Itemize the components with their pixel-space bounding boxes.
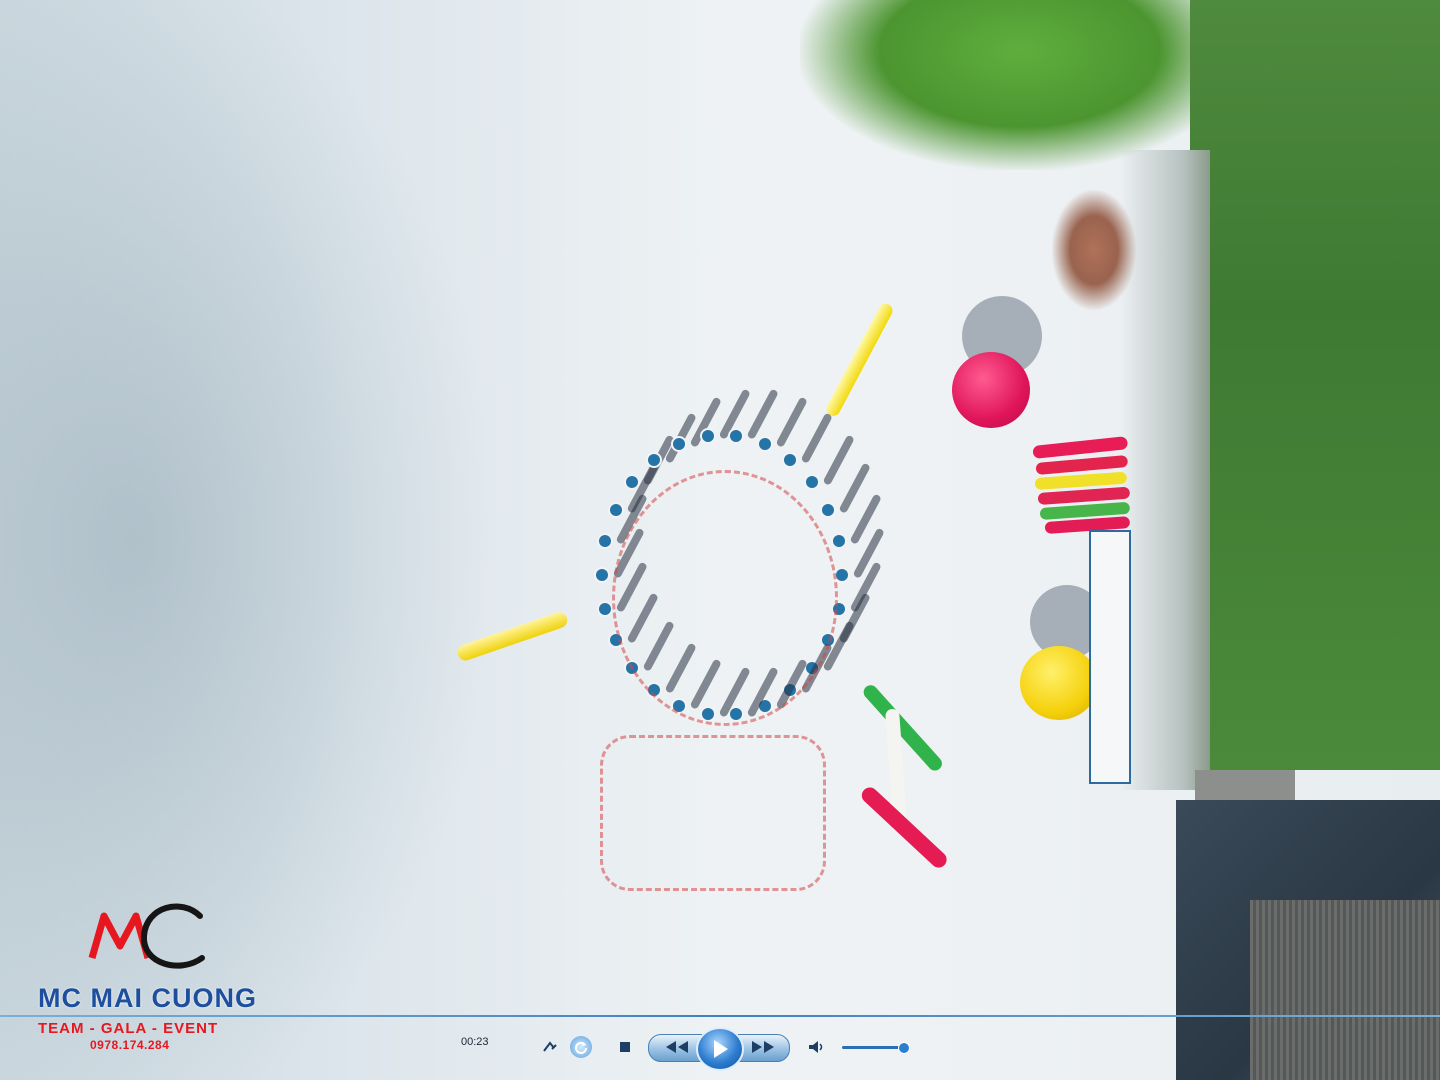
person	[784, 453, 797, 466]
person-shadow	[746, 388, 780, 440]
green-tube	[860, 682, 945, 774]
next-icon[interactable]	[746, 1038, 780, 1056]
previous-icon[interactable]	[660, 1038, 694, 1056]
person	[626, 476, 639, 489]
repeat-icon[interactable]	[570, 1036, 592, 1058]
flag-rope-circle	[612, 470, 838, 726]
grass-field	[1190, 0, 1440, 770]
person	[758, 438, 771, 451]
person-shadow	[800, 412, 834, 464]
stop-icon[interactable]	[618, 1040, 632, 1054]
player-controls	[520, 1027, 920, 1071]
flag-rope-square	[600, 735, 826, 891]
person	[730, 430, 743, 443]
person	[673, 438, 686, 451]
person	[701, 430, 714, 443]
person	[599, 535, 612, 548]
person	[836, 569, 848, 581]
mc-logo-mark	[88, 903, 205, 969]
person-shadow	[775, 396, 808, 448]
person	[609, 503, 622, 516]
red-inflatable-ball	[952, 352, 1030, 428]
person-shadow	[822, 434, 855, 487]
player-divider	[0, 1015, 1440, 1017]
elapsed-time: 00:23	[461, 1036, 489, 1048]
event-banner	[1089, 530, 1131, 784]
play-icon	[714, 1040, 728, 1058]
person	[805, 476, 818, 489]
person-shadow	[838, 462, 872, 514]
person	[822, 503, 835, 516]
person	[832, 535, 845, 548]
volume-slider-knob[interactable]	[898, 1042, 911, 1054]
brick-rubble	[1052, 190, 1136, 310]
green-bush	[800, 0, 1200, 170]
logo-title: MC MAI CUONG	[38, 983, 257, 1013]
play-button[interactable]	[696, 1027, 744, 1071]
person	[596, 569, 608, 581]
switch-view-icon[interactable]	[540, 1038, 560, 1056]
person	[647, 453, 660, 466]
yellow-tube	[823, 301, 895, 419]
volume-slider[interactable]	[842, 1042, 911, 1054]
yellow-inflatable-ball	[1020, 646, 1098, 720]
person	[599, 602, 612, 615]
speaker-icon[interactable]	[806, 1038, 828, 1056]
